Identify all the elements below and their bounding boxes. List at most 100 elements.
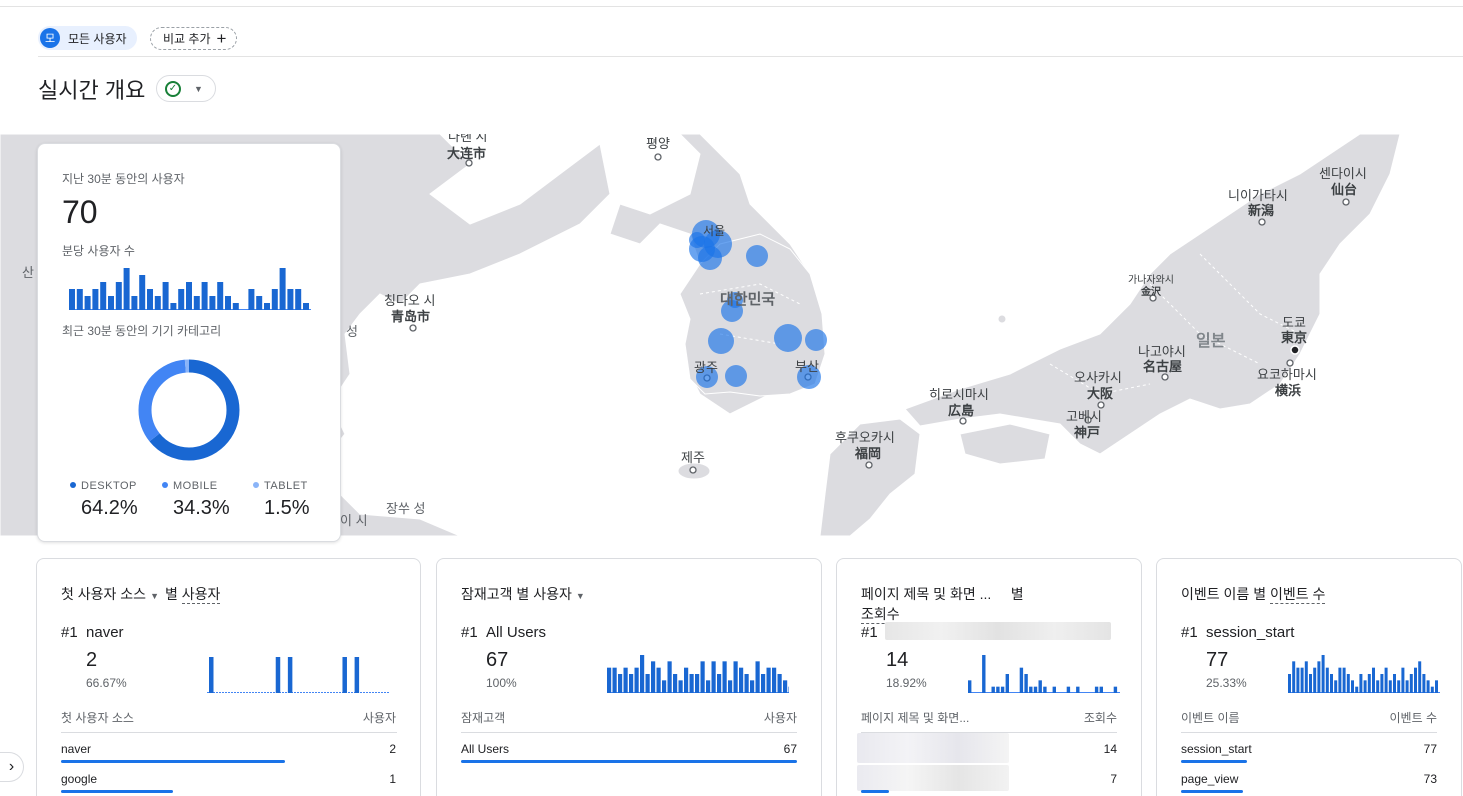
bar xyxy=(761,674,766,693)
legend-tablet-label: TABLET xyxy=(264,480,308,492)
add-comparison-button[interactable]: 비교 추가 + xyxy=(150,27,238,50)
bar xyxy=(1376,680,1380,693)
bar xyxy=(1300,667,1304,693)
card1-top-item: #1 naver xyxy=(61,624,124,641)
realtime-overview-card: 지난 30분 동안의 사용자 70 분당 사용자 수 최근 30분 동안의 기기… xyxy=(37,143,341,542)
card3-dimension: 페이지 제목 및 화면 ... xyxy=(861,586,992,602)
marker-fukuoka xyxy=(865,461,873,469)
bar xyxy=(667,661,672,693)
users-per-minute-chart[interactable] xyxy=(69,266,311,310)
bar xyxy=(1313,667,1317,693)
bar xyxy=(612,667,617,693)
bar xyxy=(1342,667,1346,693)
bar xyxy=(1024,674,1028,693)
label-yokohama-ko: 요코하마시 xyxy=(1257,367,1317,382)
bar xyxy=(1414,667,1417,693)
marker-jeju xyxy=(689,466,697,474)
bar xyxy=(744,674,749,693)
card4-header-rule xyxy=(1181,732,1437,733)
bar xyxy=(162,282,169,310)
label-osaka-ko: 오사카시 xyxy=(1074,370,1122,385)
caret-down-icon[interactable]: ▼ xyxy=(150,591,159,601)
device-category-donut[interactable] xyxy=(138,359,240,461)
bar xyxy=(1435,680,1438,693)
card4-sparkline[interactable] xyxy=(1288,653,1440,693)
card4-top-percent: 25.33% xyxy=(1206,676,1247,690)
bar xyxy=(186,282,192,310)
bar xyxy=(1422,674,1426,693)
card4-col-dimension: 이벤트 이름 xyxy=(1181,711,1240,725)
bar xyxy=(256,296,263,310)
bar xyxy=(968,680,972,693)
bar xyxy=(115,282,122,310)
label-seoul: 서울 xyxy=(703,224,725,238)
label-tokyo-ko: 도쿄 xyxy=(1282,315,1306,330)
bar xyxy=(783,680,788,693)
card1-metric[interactable]: 사용자 xyxy=(181,586,221,604)
bar xyxy=(1321,655,1325,693)
card4-row-bar xyxy=(1181,760,1247,763)
bar xyxy=(1367,674,1371,693)
legend-desktop-dot xyxy=(70,482,76,488)
card3-rank: #1 xyxy=(861,624,878,641)
card2-top-item: #1 All Users xyxy=(461,624,546,641)
card4-rank: #1 xyxy=(1181,624,1198,641)
card4-metric[interactable]: 이벤트 수 xyxy=(1269,586,1326,604)
bar xyxy=(1033,686,1038,693)
card2-col-dimension: 잠재고객 xyxy=(461,711,506,725)
bar xyxy=(147,289,153,310)
bar xyxy=(982,655,986,693)
bar xyxy=(275,657,281,693)
segment-chip-all-users[interactable]: 모 모든 사용자 xyxy=(38,26,137,50)
bar xyxy=(772,667,777,693)
user-bubble-gangwon xyxy=(746,245,768,267)
bar xyxy=(201,282,208,310)
bar xyxy=(728,680,733,693)
bar xyxy=(1401,667,1405,693)
users-30min-value: 70 xyxy=(62,194,98,230)
expand-panel-button[interactable]: › xyxy=(0,752,24,782)
label-dalian-ko: 다롄 시 xyxy=(448,134,488,144)
bar xyxy=(991,686,995,693)
card4-top-item: #1 session_start xyxy=(1181,624,1294,641)
data-status-dropdown[interactable]: ✓ ▼ xyxy=(156,75,216,102)
user-bubble-daegu xyxy=(774,324,802,352)
bar xyxy=(1418,661,1422,693)
card-page-title: 페이지 제목 및 화면 ... 별 조회수 #1 14 18.92% 페이지 제… xyxy=(836,558,1142,796)
bar xyxy=(673,674,678,693)
card1-sparkline[interactable] xyxy=(207,653,389,693)
bar xyxy=(1005,674,1009,693)
card1-dimension-dropdown[interactable]: 첫 사용자 소스 xyxy=(61,586,146,602)
label-busan: 부산 xyxy=(795,359,819,374)
marker-qingdao xyxy=(409,324,417,332)
label-sendai-ko: 센다이시 xyxy=(1319,166,1367,181)
card4-by: 별 xyxy=(1253,586,1267,602)
page-title: 실시간 개요 xyxy=(38,78,146,103)
bar xyxy=(1113,686,1118,693)
card1-col-metric: 사용자 xyxy=(362,711,396,725)
caret-down-icon[interactable]: ▼ xyxy=(576,591,585,601)
label-pyongyang: 평양 xyxy=(646,136,670,151)
card4-top-name: session_start xyxy=(1206,624,1295,641)
bar xyxy=(1380,674,1384,693)
bar xyxy=(84,296,91,310)
check-circle-icon: ✓ xyxy=(165,80,181,97)
bar xyxy=(287,657,293,693)
bar xyxy=(279,268,286,310)
bar xyxy=(1288,674,1291,693)
marker-yokohama xyxy=(1286,359,1294,367)
bar xyxy=(1094,686,1099,693)
desktop-percent: 64.2% xyxy=(81,497,138,519)
label-hiroshima-ko: 히로시마시 xyxy=(929,387,989,402)
bar xyxy=(170,303,177,310)
bar xyxy=(303,303,309,310)
card3-sparkline[interactable] xyxy=(968,653,1120,693)
card2-metric-dropdown[interactable]: 사용자 xyxy=(533,586,572,602)
label-fukuoka-ko: 후쿠오카시 xyxy=(835,430,895,445)
card1-top-percent: 66.67% xyxy=(86,676,127,690)
bar xyxy=(108,296,114,310)
card3-redacted-title xyxy=(885,622,1111,640)
bar xyxy=(225,296,231,310)
label-qingdao: 青岛市 xyxy=(391,309,430,324)
card2-sparkline[interactable] xyxy=(607,653,789,693)
